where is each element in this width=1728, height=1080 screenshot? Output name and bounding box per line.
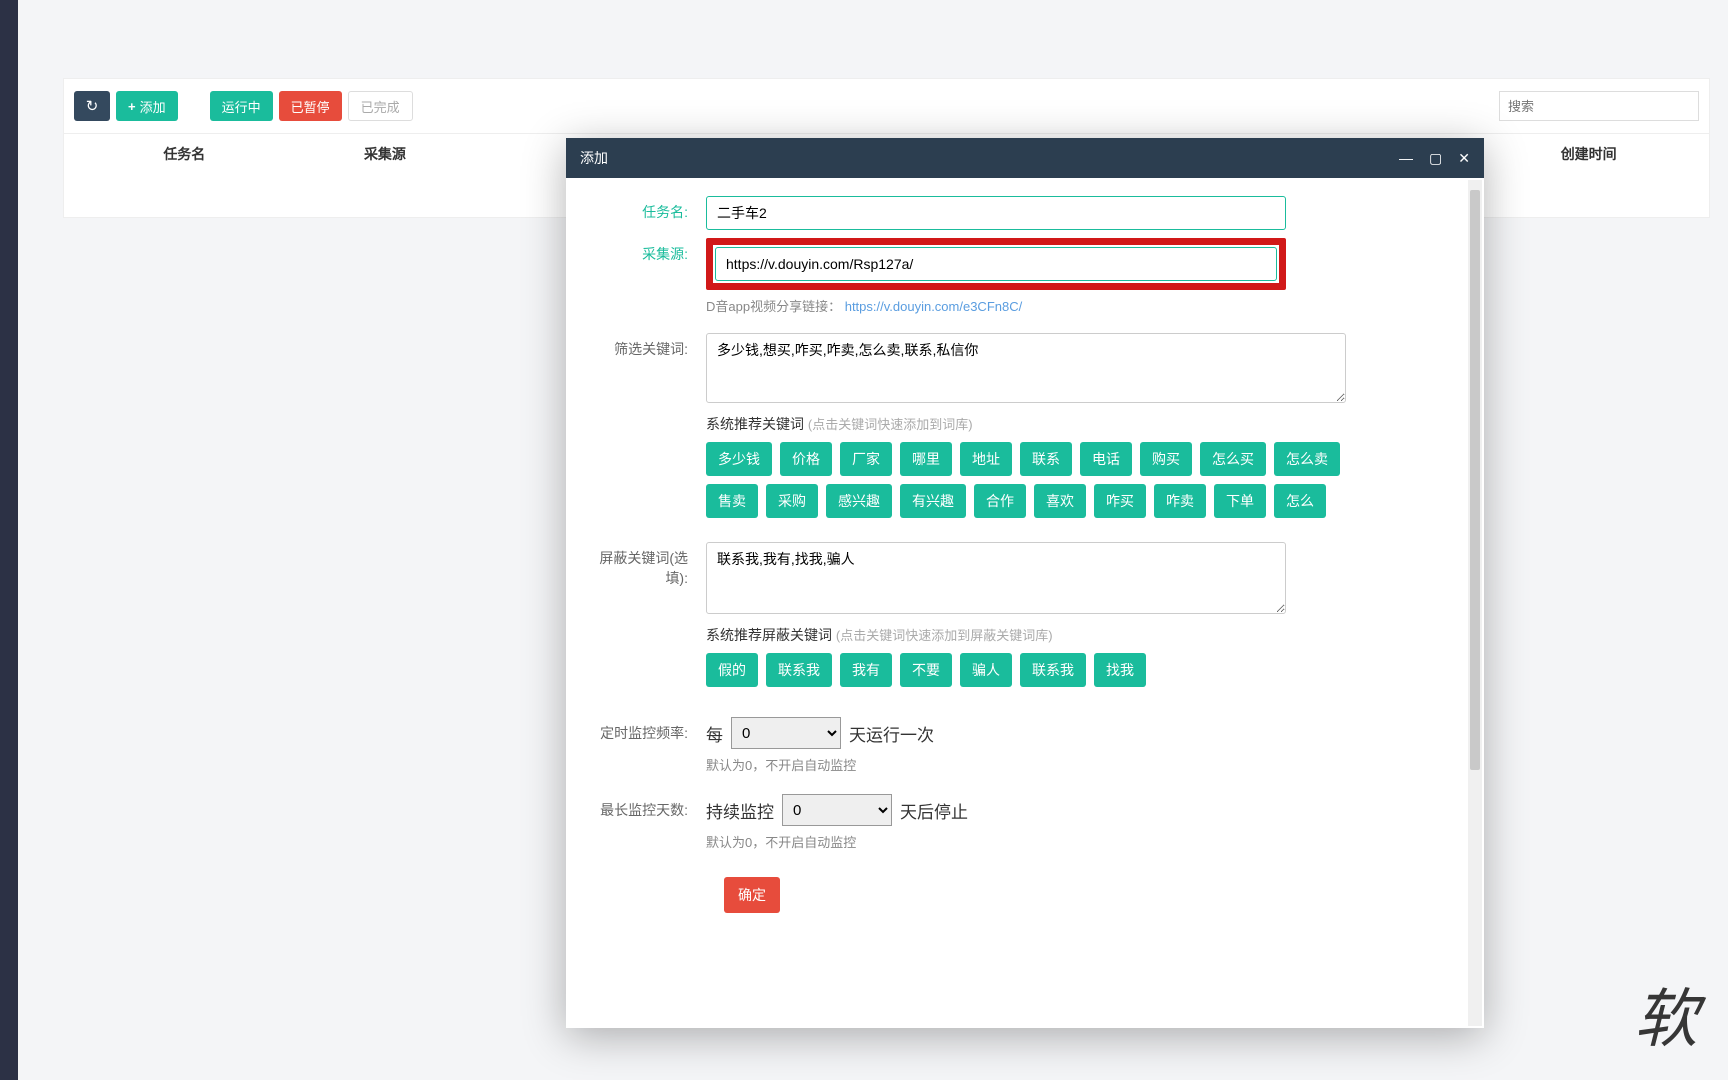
submit-button[interactable]: 确定: [724, 877, 780, 913]
filter-tag[interactable]: 咋卖: [1154, 484, 1206, 518]
filter-label: 筛选关键词:: [596, 333, 706, 518]
add-modal: 添加 — ▢ ✕ 任务名: 采集源:: [566, 138, 1484, 1028]
block-tag-row: 假的 联系我 我有 不要 骗人 联系我 找我: [706, 653, 1286, 687]
filter-section-title: 系统推荐关键词 (点击关键词快速添加到词库): [706, 414, 1346, 434]
add-button[interactable]: + 添加: [116, 91, 178, 121]
filter-tag[interactable]: 怎么: [1274, 484, 1326, 518]
source-hint: D音app视频分享链接： https://v.douyin.com/e3CFn8…: [706, 296, 1286, 315]
source-input[interactable]: [715, 247, 1277, 281]
done-filter-button[interactable]: 已完成: [348, 91, 413, 121]
block-tag[interactable]: 联系我: [766, 653, 832, 687]
max-label: 最长监控天数:: [596, 794, 706, 851]
watermark: 软: [1634, 968, 1698, 1060]
main-area: + 添加 运行中 已暂停 已完成 任务名 采集源 任务 创建时间 添加 —: [18, 0, 1728, 1080]
task-name-label: 任务名:: [596, 196, 706, 230]
filter-tag[interactable]: 有兴趣: [900, 484, 966, 518]
running-filter-button[interactable]: 运行中: [210, 91, 273, 121]
max-helper: 默认为0，不开启自动监控: [706, 832, 1286, 851]
block-tag[interactable]: 骗人: [960, 653, 1012, 687]
add-button-label: 添加: [140, 97, 166, 116]
search-input[interactable]: [1499, 91, 1699, 121]
freq-label: 定时监控频率:: [596, 717, 706, 774]
plus-icon: +: [128, 99, 136, 114]
source-highlight: [706, 238, 1286, 290]
freq-suffix: 天运行一次: [849, 721, 934, 746]
scrollbar-thumb[interactable]: [1470, 190, 1480, 770]
modal-body: 任务名: 采集源: D音app视频分享链接： https://v.douyin.…: [566, 178, 1484, 1028]
block-tag[interactable]: 联系我: [1020, 653, 1086, 687]
filter-tag[interactable]: 下单: [1214, 484, 1266, 518]
filter-tag[interactable]: 合作: [974, 484, 1026, 518]
source-label: 采集源:: [596, 238, 706, 315]
col-source: 采集源: [285, 144, 486, 164]
max-suffix: 天后停止: [900, 798, 968, 823]
filter-tag[interactable]: 联系: [1020, 442, 1072, 476]
refresh-button[interactable]: [74, 91, 110, 121]
filter-tag[interactable]: 喜欢: [1034, 484, 1086, 518]
paused-filter-button[interactable]: 已暂停: [279, 91, 342, 121]
filter-tag[interactable]: 地址: [960, 442, 1012, 476]
close-icon[interactable]: ✕: [1458, 150, 1470, 167]
block-tag[interactable]: 假的: [706, 653, 758, 687]
minimize-icon[interactable]: —: [1399, 150, 1413, 167]
filter-tag[interactable]: 售卖: [706, 484, 758, 518]
modal-title: 添加: [580, 148, 608, 168]
block-label: 屏蔽关键词(选填):: [596, 542, 706, 687]
freq-prefix: 每: [706, 721, 723, 746]
filter-tag[interactable]: 电话: [1080, 442, 1132, 476]
modal-header: 添加 — ▢ ✕: [566, 138, 1484, 178]
max-select[interactable]: 0: [782, 794, 892, 826]
filter-tag[interactable]: 价格: [780, 442, 832, 476]
block-tag[interactable]: 不要: [900, 653, 952, 687]
filter-tag[interactable]: 怎么卖: [1274, 442, 1340, 476]
block-tag[interactable]: 找我: [1094, 653, 1146, 687]
filter-keywords-input[interactable]: [706, 333, 1346, 403]
block-tag[interactable]: 我有: [840, 653, 892, 687]
filter-tag[interactable]: 咋买: [1094, 484, 1146, 518]
filter-tag-row: 多少钱 价格 厂家 哪里 地址 联系 电话 购买 怎么买 怎么卖 售卖 采购 感…: [706, 442, 1346, 518]
max-prefix: 持续监控: [706, 798, 774, 823]
filter-tag[interactable]: 购买: [1140, 442, 1192, 476]
filter-tag[interactable]: 怎么买: [1200, 442, 1266, 476]
freq-select[interactable]: 0: [731, 717, 841, 749]
filter-tag[interactable]: 采购: [766, 484, 818, 518]
filter-tag[interactable]: 厂家: [840, 442, 892, 476]
search-box: [1499, 91, 1699, 121]
block-section-title: 系统推荐屏蔽关键词 (点击关键词快速添加到屏蔽关键词库): [706, 625, 1286, 645]
source-hint-link: https://v.douyin.com/e3CFn8C/: [845, 299, 1023, 314]
task-name-input[interactable]: [706, 196, 1286, 230]
filter-tag[interactable]: 多少钱: [706, 442, 772, 476]
maximize-icon[interactable]: ▢: [1429, 150, 1442, 167]
toolbar: + 添加 运行中 已暂停 已完成: [64, 79, 1709, 133]
col-task-name: 任务名: [84, 144, 285, 164]
sidebar: [0, 0, 18, 1080]
block-keywords-input[interactable]: [706, 542, 1286, 614]
filter-tag[interactable]: 哪里: [900, 442, 952, 476]
filter-tag[interactable]: 感兴趣: [826, 484, 892, 518]
col-created: 创建时间: [1488, 144, 1689, 164]
modal-scrollbar[interactable]: [1468, 180, 1482, 1026]
freq-helper: 默认为0，不开启自动监控: [706, 755, 1286, 774]
